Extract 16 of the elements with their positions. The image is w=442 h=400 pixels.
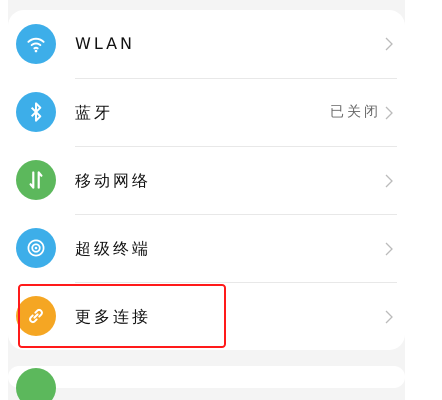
status-value: 已关闭 xyxy=(330,103,381,122)
chevron-icon xyxy=(385,242,393,256)
settings-row[interactable]: 超级终端 xyxy=(16,214,397,282)
chevron-icon xyxy=(385,310,393,324)
chevron-icon xyxy=(385,174,393,188)
settings-row[interactable]: 蓝牙 已关闭 xyxy=(16,78,397,146)
setting-label: 蓝牙 xyxy=(75,102,114,124)
setting-label: 超级终端 xyxy=(75,238,152,260)
chevron-icon xyxy=(385,37,393,51)
settings-row[interactable]: WLAN xyxy=(16,10,397,78)
chevron-icon xyxy=(385,106,393,120)
settings-row[interactable]: 更多连接 xyxy=(16,282,397,350)
setting-label: 移动网络 xyxy=(75,170,152,192)
setting-label: 更多连接 xyxy=(75,306,152,328)
setting-label: WLAN xyxy=(75,33,136,55)
settings-row[interactable]: 移动网络 xyxy=(16,146,397,214)
